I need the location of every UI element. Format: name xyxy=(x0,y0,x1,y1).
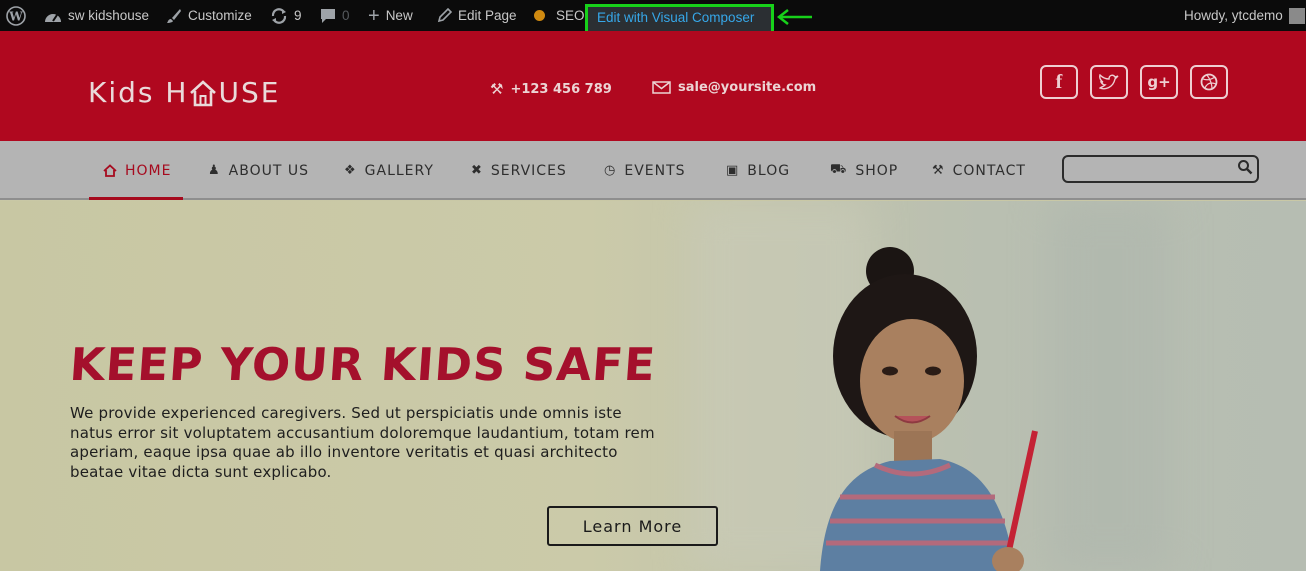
hero-text-line: We provide experienced caregivers. Sed u… xyxy=(70,404,622,422)
pencil-icon xyxy=(437,8,452,23)
wp-admin-bar: W sw kidshouse Customize 9 0 + New Edit … xyxy=(0,0,1306,39)
svg-text:W: W xyxy=(8,9,23,23)
hero-text-line: natus error sit voluptatem accusantium d… xyxy=(70,423,655,442)
search-icon[interactable] xyxy=(1237,159,1253,175)
seo-menu[interactable]: SEO xyxy=(534,0,585,31)
phone-icon: ⚒ xyxy=(932,163,945,178)
nav-item-events[interactable]: ◷ EVENTS xyxy=(604,141,686,200)
nav-label-shop: SHOP xyxy=(855,162,899,179)
nav-label-blog: BLOG xyxy=(747,162,791,179)
envelope-icon xyxy=(652,81,671,94)
avatar xyxy=(1288,7,1305,24)
dribbble-button[interactable] xyxy=(1190,65,1228,99)
main-navigation: HOME ♟ ABOUT US ❖ GALLERY ✖ SERVICES ◷ E… xyxy=(0,141,1306,200)
phone-number: +123 456 789 xyxy=(510,81,612,97)
google-plus-button[interactable]: g+ xyxy=(1140,65,1178,99)
tools-icon: ✖ xyxy=(471,163,483,178)
hero-text-line: aperiam, eaque ipsa quae ab illo invento… xyxy=(70,443,618,461)
nav-item-gallery[interactable]: ❖ GALLERY xyxy=(344,141,434,200)
twitter-icon xyxy=(1099,73,1119,89)
edit-page-menu[interactable]: Edit Page xyxy=(437,0,517,31)
hero-section: KEEP YOUR KIDS SAFE We provide experienc… xyxy=(0,201,1306,571)
nav-label-contact: CONTACT xyxy=(952,162,1026,179)
site-name-menu[interactable]: sw kidshouse xyxy=(44,0,149,31)
cart-icon: ⛟ xyxy=(830,162,848,177)
nav-label-events: EVENTS xyxy=(624,162,686,179)
nav-label-home: HOME xyxy=(125,162,172,179)
hero-description: We provide experienced caregivers. Sed u… xyxy=(70,404,720,482)
edit-page-label: Edit Page xyxy=(458,8,517,23)
seo-label: SEO xyxy=(556,8,585,23)
new-label: New xyxy=(385,8,413,23)
nav-item-about-us[interactable]: ♟ ABOUT US xyxy=(208,141,309,200)
learn-more-button[interactable]: Learn More xyxy=(547,506,718,546)
logo-text-right: USE xyxy=(218,76,281,109)
nav-item-contact[interactable]: ⚒ CONTACT xyxy=(932,141,1026,200)
seo-status-dot xyxy=(534,10,545,21)
search-input[interactable] xyxy=(1070,159,1230,179)
search-box xyxy=(1062,155,1259,183)
my-account-menu[interactable]: Howdy, ytcdemo xyxy=(1184,0,1305,31)
nav-item-blog[interactable]: ▣ BLOG xyxy=(726,141,790,200)
updates-menu[interactable]: 9 xyxy=(270,0,302,31)
nav-item-home[interactable]: HOME xyxy=(88,141,185,200)
comment-icon xyxy=(321,8,335,23)
nav-item-shop[interactable]: ⛟ SHOP xyxy=(830,141,898,200)
nav-label-gallery: GALLERY xyxy=(364,162,434,179)
house-icon xyxy=(103,164,117,177)
hero-text-line: beatae vitae dicta sunt explicabo. xyxy=(70,462,332,481)
wordpress-icon: W xyxy=(6,5,26,26)
comments-count: 0 xyxy=(342,8,350,23)
google-plus-icon: g+ xyxy=(1147,73,1171,91)
clock-icon: ◷ xyxy=(604,163,617,178)
person-icon: ♟ xyxy=(208,163,221,178)
child-photo xyxy=(820,247,1038,571)
dashboard-icon xyxy=(45,13,61,22)
email-address: sale@yoursite.com xyxy=(678,80,817,95)
visual-composer-label: Edit with Visual Composer xyxy=(597,10,755,25)
site-logo[interactable]: Kids H USE xyxy=(88,76,280,109)
book-icon: ▣ xyxy=(726,163,740,178)
customize-label: Customize xyxy=(188,8,252,23)
hero-title: KEEP YOUR KIDS SAFE xyxy=(68,338,658,391)
updates-count: 9 xyxy=(294,8,302,23)
comments-menu[interactable]: 0 xyxy=(320,0,350,31)
house-logo-icon xyxy=(190,79,217,106)
phone-icon: ⚒ xyxy=(490,80,504,98)
annotation-arrow-icon xyxy=(776,9,812,25)
brush-icon xyxy=(167,8,181,23)
dribbble-icon xyxy=(1200,73,1218,91)
gallery-icon: ❖ xyxy=(344,163,357,178)
header-phone: ⚒ +123 456 789 xyxy=(490,80,612,98)
customize-menu[interactable]: Customize xyxy=(166,0,252,31)
facebook-button[interactable]: f xyxy=(1040,65,1078,99)
new-content-menu[interactable]: + New xyxy=(368,0,413,31)
nav-label-services: SERVICES xyxy=(490,162,567,179)
nav-item-services[interactable]: ✖ SERVICES xyxy=(471,141,567,200)
refresh-icon xyxy=(271,7,287,24)
howdy-label: Howdy, ytcdemo xyxy=(1184,8,1283,23)
nav-label-about-us: ABOUT US xyxy=(228,162,309,179)
facebook-icon: f xyxy=(1055,70,1063,93)
site-name-label: sw kidshouse xyxy=(68,8,150,23)
twitter-button[interactable] xyxy=(1090,65,1128,99)
header-email: sale@yoursite.com xyxy=(652,80,816,95)
site-header: Kids H USE ⚒ +123 456 789 sale@yoursite.… xyxy=(0,31,1306,141)
logo-text-left: Kids H xyxy=(88,76,189,109)
plus-icon: + xyxy=(368,4,380,27)
wordpress-logo-menu[interactable]: W xyxy=(6,0,26,31)
